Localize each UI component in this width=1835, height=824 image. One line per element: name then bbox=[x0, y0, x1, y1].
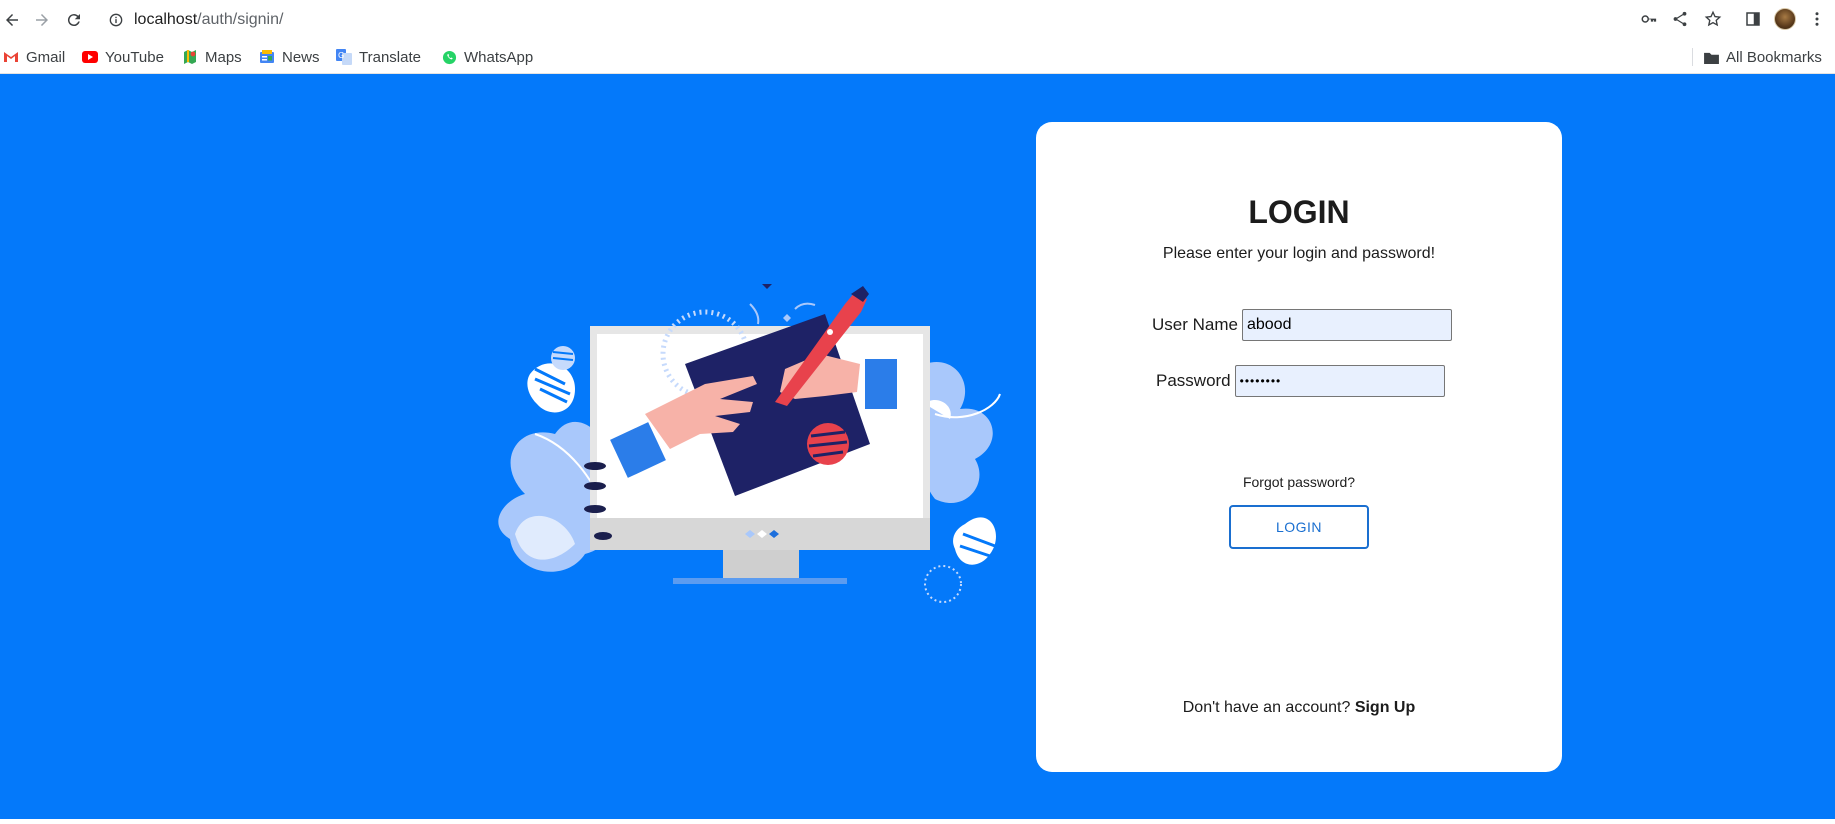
login-illustration bbox=[498, 284, 1001, 603]
back-button[interactable] bbox=[0, 8, 24, 32]
bookmark-label: Gmail bbox=[26, 48, 66, 66]
browser-toolbar: localhost/auth/signin/ bbox=[0, 0, 1835, 40]
bookmark-youtube[interactable]: YouTube bbox=[82, 46, 164, 68]
menu-dots-icon[interactable] bbox=[1806, 8, 1828, 30]
bookmark-news[interactable]: News bbox=[259, 46, 320, 68]
share-icon[interactable] bbox=[1669, 8, 1691, 30]
forgot-password-link[interactable]: Forgot password? bbox=[1036, 474, 1562, 490]
maps-icon bbox=[182, 49, 198, 65]
bookmark-star-icon[interactable] bbox=[1702, 8, 1724, 30]
username-input[interactable]: abood bbox=[1241, 309, 1452, 341]
login-card: LOGIN Please enter your login and passwo… bbox=[1036, 122, 1562, 772]
url-host: localhost bbox=[134, 11, 198, 28]
bookmark-maps[interactable]: Maps bbox=[182, 46, 242, 68]
password-label: Password bbox=[1156, 371, 1231, 390]
forward-button[interactable] bbox=[30, 8, 54, 32]
bookmark-label: News bbox=[282, 48, 320, 66]
reload-button[interactable] bbox=[62, 8, 86, 32]
bookmark-gmail[interactable]: Gmail bbox=[3, 46, 65, 68]
url-path: /auth/signin/ bbox=[197, 11, 284, 28]
password-key-icon[interactable] bbox=[1638, 8, 1660, 30]
reload-icon bbox=[67, 14, 80, 27]
no-account-text: Don't have an account? bbox=[1182, 699, 1351, 716]
svg-text:G: G bbox=[338, 51, 344, 60]
news-icon bbox=[259, 49, 275, 65]
right-leaves-decoration bbox=[918, 362, 1001, 603]
login-subtitle: Please enter your login and password! bbox=[1162, 245, 1436, 262]
login-title: LOGIN bbox=[1248, 194, 1350, 230]
side-panel-icon[interactable] bbox=[1742, 8, 1764, 30]
bookmarks-bar: Gmail YouTube Maps News G Translate What… bbox=[0, 40, 1835, 74]
bookmark-label: YouTube bbox=[105, 48, 164, 66]
folder-icon bbox=[1703, 49, 1719, 65]
username-row: User Name abood bbox=[1152, 309, 1452, 341]
forward-arrow-icon bbox=[36, 14, 48, 26]
bookmark-label: WhatsApp bbox=[464, 48, 534, 66]
gmail-icon bbox=[3, 49, 19, 65]
all-bookmarks-button[interactable]: All Bookmarks bbox=[1703, 46, 1822, 68]
bookmark-label: Maps bbox=[205, 48, 242, 66]
profile-avatar[interactable] bbox=[1774, 8, 1796, 30]
translate-icon: G bbox=[336, 49, 352, 65]
password-row: Password •••••••• bbox=[1156, 365, 1445, 397]
all-bookmarks-label: All Bookmarks bbox=[1726, 48, 1822, 66]
whatsapp-icon bbox=[441, 49, 457, 65]
bookmark-whatsapp[interactable]: WhatsApp bbox=[441, 46, 533, 68]
bookmark-separator bbox=[1692, 48, 1693, 66]
youtube-icon bbox=[82, 49, 98, 65]
password-input[interactable]: •••••••• bbox=[1234, 365, 1445, 397]
bookmark-label: Translate bbox=[359, 48, 421, 66]
url-text: localhost/auth/signin/ bbox=[134, 11, 283, 29]
bookmark-translate[interactable]: G Translate bbox=[336, 46, 421, 68]
signup-prompt: Don't have an account? Sign Up bbox=[1036, 699, 1562, 717]
site-info-icon[interactable] bbox=[108, 12, 124, 28]
username-label: User Name bbox=[1152, 315, 1238, 334]
login-button[interactable]: LOGIN bbox=[1229, 505, 1369, 549]
address-bar[interactable]: localhost/auth/signin/ bbox=[100, 4, 1620, 36]
signup-link[interactable]: Sign Up bbox=[1355, 699, 1415, 716]
login-page: LOGIN Please enter your login and passwo… bbox=[0, 74, 1835, 819]
back-arrow-icon bbox=[6, 14, 18, 26]
